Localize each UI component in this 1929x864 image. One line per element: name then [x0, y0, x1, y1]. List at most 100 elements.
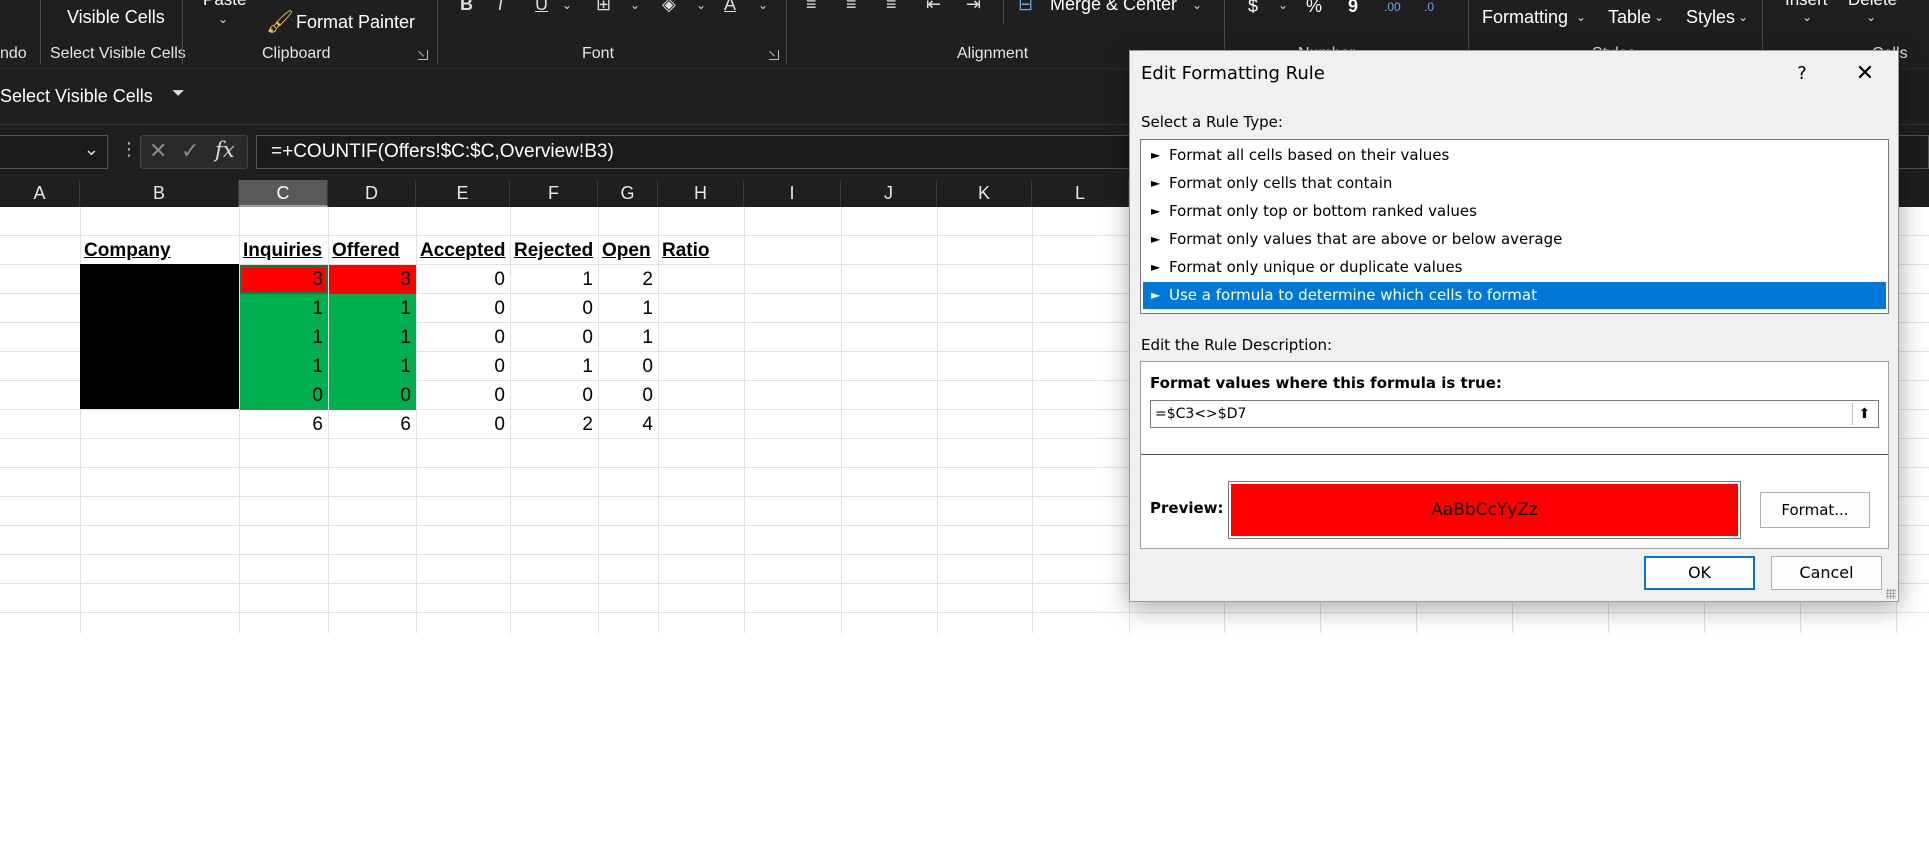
currency-dropdown-icon[interactable]: ⌄ — [1278, 0, 1288, 12]
bold-icon[interactable]: B — [460, 0, 473, 15]
column-header-d[interactable]: D — [328, 180, 416, 207]
select-visible-cells-button[interactable]: Select Visible Cells — [0, 86, 153, 107]
comma-style-icon[interactable]: 9 — [1348, 0, 1358, 17]
italic-icon[interactable]: I — [498, 0, 503, 15]
data-cell[interactable]: 0 — [417, 381, 510, 410]
name-box[interactable]: ⌄ — [0, 135, 108, 169]
cancel-button[interactable]: Cancel — [1771, 556, 1882, 590]
cancel-entry-icon[interactable]: ✕ — [149, 138, 167, 164]
data-cell[interactable]: 1 — [240, 323, 328, 352]
rule-formula-input[interactable]: =$C3<>$D7 ⬆ — [1150, 400, 1879, 428]
delete-button[interactable]: Delete — [1848, 0, 1897, 10]
data-cell[interactable]: 1 — [511, 265, 598, 294]
rule-type-item[interactable]: ► Format all cells based on their values — [1143, 142, 1886, 169]
column-header-g[interactable]: G — [598, 180, 658, 207]
font-color-icon[interactable]: A — [724, 0, 736, 15]
rule-type-item[interactable]: ► Format only cells that contain — [1143, 170, 1886, 197]
data-cell[interactable]: 0 — [511, 323, 598, 352]
column-header-a[interactable]: A — [0, 180, 80, 207]
data-cell[interactable]: 1 — [329, 323, 416, 352]
format-painter-icon[interactable]: 🖌 — [266, 9, 294, 35]
column-header-b[interactable]: B — [80, 180, 239, 207]
data-cell[interactable]: 0 — [599, 352, 658, 381]
data-cell[interactable]: 0 — [417, 352, 510, 381]
header-ratio[interactable]: Ratio — [658, 236, 744, 265]
data-cell[interactable]: 0 — [511, 294, 598, 323]
align-center-icon[interactable]: ≡ — [846, 0, 857, 15]
visible-cells-button[interactable]: Visible Cells — [67, 7, 165, 28]
more-options-icon[interactable]: ⋮ — [120, 139, 138, 160]
paste-dropdown-icon[interactable]: ⌄ — [218, 12, 228, 26]
insert-button[interactable]: Insert — [1785, 0, 1828, 10]
data-cell[interactable]: 1 — [329, 294, 416, 323]
data-cell[interactable]: 2 — [599, 265, 658, 294]
rule-type-item[interactable]: ► Format only top or bottom ranked values — [1143, 198, 1886, 225]
format-as-table-button[interactable]: Table — [1608, 7, 1651, 28]
rule-type-item[interactable]: ► Format only unique or duplicate values — [1143, 254, 1886, 281]
delete-dropdown-icon[interactable]: ⌄ — [1866, 10, 1876, 24]
borders-dropdown-icon[interactable]: ⌄ — [630, 0, 640, 12]
data-cell[interactable]: 0 — [599, 381, 658, 410]
ok-button[interactable]: OK — [1644, 556, 1755, 590]
formatting-dropdown-icon[interactable]: ⌄ — [1576, 10, 1586, 24]
header-company[interactable]: Company — [80, 236, 239, 265]
increase-decimal-icon[interactable]: .00 — [1384, 0, 1401, 14]
merge-center-icon[interactable]: ⊟ — [1018, 0, 1033, 15]
clipboard-launcher-icon[interactable] — [418, 50, 428, 60]
insert-dropdown-icon[interactable]: ⌄ — [1802, 10, 1812, 24]
column-header-f[interactable]: F — [510, 180, 598, 207]
data-cell[interactable]: 0 — [417, 265, 510, 294]
column-header-e[interactable]: E — [416, 180, 510, 207]
total-cell[interactable]: 2 — [511, 410, 598, 439]
data-cell[interactable]: 3 — [240, 265, 328, 294]
header-inquiries[interactable]: Inquiries — [239, 236, 328, 265]
data-cell[interactable]: 0 — [511, 381, 598, 410]
fill-color-icon[interactable]: ◈ — [662, 0, 676, 15]
name-box-dropdown-icon[interactable]: ⌄ — [84, 139, 99, 160]
format-painter-button[interactable]: Format Painter — [296, 12, 415, 33]
data-cell[interactable]: 1 — [599, 323, 658, 352]
insert-function-icon[interactable]: fx — [215, 138, 235, 162]
header-accepted[interactable]: Accepted — [416, 236, 510, 265]
data-cell[interactable]: 0 — [329, 381, 416, 410]
merge-dropdown-icon[interactable]: ⌄ — [1192, 0, 1202, 12]
align-left-icon[interactable]: ≡ — [806, 0, 817, 15]
header-offered[interactable]: Offered — [328, 236, 416, 265]
data-cell[interactable]: 1 — [511, 352, 598, 381]
data-cell[interactable]: 1 — [240, 352, 328, 381]
format-button[interactable]: Format... — [1760, 492, 1870, 528]
table-dropdown-icon[interactable]: ⌄ — [1654, 10, 1664, 24]
underline-icon[interactable]: U — [535, 0, 548, 15]
styles-dropdown-icon[interactable]: ⌄ — [1738, 10, 1748, 24]
borders-icon[interactable]: ⊞ — [596, 0, 611, 15]
rule-type-list[interactable]: ► Format all cells based on their values … — [1140, 139, 1889, 314]
column-header-i[interactable]: I — [744, 180, 841, 207]
header-open[interactable]: Open — [598, 236, 658, 265]
rule-type-item[interactable]: ► Format only values that are above or be… — [1143, 226, 1886, 253]
data-cell[interactable]: 3 — [329, 265, 416, 294]
merge-center-button[interactable]: Merge & Center — [1050, 0, 1177, 15]
data-cell[interactable]: 1 — [329, 352, 416, 381]
column-header-l[interactable]: L — [1032, 180, 1129, 207]
total-cell[interactable]: 4 — [599, 410, 658, 439]
column-header-k[interactable]: K — [937, 180, 1032, 207]
confirm-entry-icon[interactable]: ✓ — [181, 138, 199, 164]
rule-type-item-selected[interactable]: ► Use a formula to determine which cells … — [1143, 282, 1886, 309]
increase-indent-icon[interactable]: ⇥ — [966, 0, 981, 15]
resize-grip-icon[interactable] — [1886, 589, 1896, 599]
total-cell[interactable]: 6 — [329, 410, 416, 439]
customize-toolbar-icon[interactable]: ⏷ — [172, 85, 185, 103]
data-cell[interactable]: 0 — [417, 323, 510, 352]
column-header-c[interactable]: C — [239, 180, 328, 207]
data-cell[interactable]: 0 — [240, 381, 328, 410]
decrease-indent-icon[interactable]: ⇤ — [926, 0, 941, 15]
percent-icon[interactable]: % — [1306, 0, 1322, 17]
paste-button[interactable]: Paste — [203, 0, 246, 10]
collapse-dialog-icon[interactable]: ⬆ — [1852, 403, 1876, 425]
font-launcher-icon[interactable] — [769, 50, 779, 60]
decrease-decimal-icon[interactable]: .0 — [1424, 0, 1434, 14]
font-color-dropdown-icon[interactable]: ⌄ — [758, 0, 768, 12]
underline-dropdown-icon[interactable]: ⌄ — [562, 0, 572, 12]
data-cell[interactable]: 0 — [417, 294, 510, 323]
total-cell[interactable]: 6 — [240, 410, 328, 439]
